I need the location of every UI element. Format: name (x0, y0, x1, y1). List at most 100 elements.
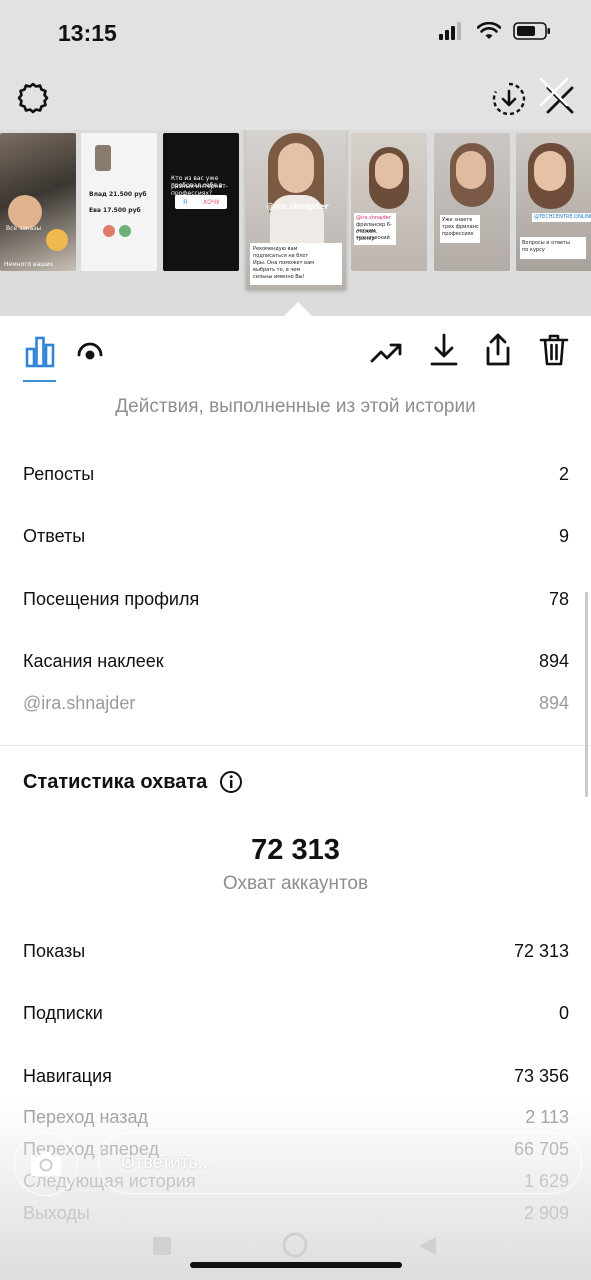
thumbnail-textbox: Уже знаете трех фриланс профессиях (440, 215, 480, 243)
home-indicator[interactable] (190, 1262, 402, 1268)
stat-value: 0 (558, 1003, 569, 1023)
stat-label: Подписки (23, 1003, 103, 1023)
thumbnail-caption: @ira.shnajder (356, 215, 391, 221)
camera-button[interactable] (14, 1132, 78, 1196)
share-button[interactable] (478, 330, 518, 370)
stat-value: 894 (538, 651, 569, 671)
stat-row-impressions: Показы 72 313 (23, 941, 569, 962)
story-thumbnail[interactable]: Кто из вас уже пробовал себя в разных ин… (163, 133, 239, 271)
selection-pointer (284, 302, 312, 316)
thumbnail-face (534, 151, 566, 191)
promote-button[interactable] (366, 332, 406, 372)
stat-value: 894 (538, 693, 569, 713)
story-thumbnails-strip[interactable]: Все заказы Немного ваших Влад 21.500 руб… (0, 130, 591, 316)
reach-title-text: Статистика охвата (23, 770, 208, 793)
thumbnail-caption: сильны именно Вы! (253, 274, 305, 280)
reply-input[interactable]: Ответить... (98, 1132, 582, 1194)
thumbnail-caption: подписаться на блог (253, 253, 309, 259)
thumbnail-face (278, 143, 314, 193)
stat-label: Касания наклеек (23, 651, 164, 671)
stat-row-reposts: Репосты 2 (23, 464, 569, 485)
stat-label: Посещения профиля (23, 589, 200, 609)
stat-row-profile-visits: Посещения профиля 78 (23, 589, 569, 610)
thumbnail-caption: трех фриланс (442, 224, 479, 230)
delete-button[interactable] (534, 330, 574, 370)
thumbnail-textbox: Вопросы и ответы по курсу (520, 237, 586, 259)
thumbnail-poll: Я ХОЧУ (175, 195, 227, 209)
tab-viewers[interactable] (72, 334, 108, 370)
stat-value: 2 909 (523, 1203, 569, 1223)
actions-caption: Действия, выполненные из этой истории (115, 396, 476, 417)
thumbnail-face (456, 151, 486, 189)
story-thumbnail[interactable]: Все заказы Немного ваших (0, 133, 76, 271)
eye-icon (77, 342, 103, 360)
thumbnail-textbox: @ira.shnajder фрилансер 6-летним стажем,… (354, 213, 396, 245)
scrollbar[interactable] (585, 592, 588, 797)
poll-option: Я (183, 199, 188, 206)
story-thumbnail[interactable]: Влад 21.500 руб Ева 17.500 руб (81, 133, 157, 271)
thumbnail-caption: профессиях (442, 231, 474, 237)
thumbnail-photo (8, 195, 42, 229)
status-bar: 13:15 (0, 0, 591, 66)
story-thumbnail-selected[interactable]: @ira.shnajder Рекомендую вам подписаться… (246, 130, 346, 290)
story-top-bar (0, 66, 591, 130)
thumbnail-caption: Все заказы (6, 225, 42, 232)
thumbnail-caption: Влад 21.500 руб (89, 191, 147, 198)
back-icon[interactable] (416, 1235, 438, 1257)
cellular-signal-icon (439, 22, 461, 40)
download-button[interactable] (424, 330, 464, 370)
thumbnail-phone-image (95, 145, 111, 171)
reach-total-label: Охват аккаунтов (222, 873, 369, 894)
home-icon[interactable] (282, 1232, 308, 1258)
story-thumbnail[interactable]: @TECHCENTRE.ONLINE Вопросы и ответы по к… (516, 133, 591, 271)
bar-chart-icon (25, 336, 55, 368)
stat-row-mention-sticker: @ira.shnajder 894 (23, 693, 569, 714)
thumbnail-handle: @ira.shnajder (266, 202, 329, 211)
settings-button[interactable] (14, 79, 52, 117)
reach-section-title: Статистика охвата (23, 770, 243, 794)
status-time: 13:15 (58, 20, 117, 46)
status-icons (439, 22, 551, 40)
reach-total: 72 313 (251, 834, 340, 866)
stat-value: 73 356 (513, 1066, 569, 1086)
thumbnail-face (375, 153, 403, 189)
download-icon (430, 333, 458, 366)
tab-insights[interactable] (20, 332, 60, 372)
stat-value: 2 113 (525, 1107, 569, 1127)
thumbnail-caption: по курсу (522, 247, 545, 253)
recent-apps-icon[interactable] (152, 1236, 172, 1256)
stat-row-replies: Ответы 9 (23, 526, 569, 547)
stat-label: @ira.shnajder (23, 693, 136, 713)
story-thumbnail[interactable]: Уже знаете трех фриланс профессиях (434, 133, 510, 271)
section-divider (0, 745, 591, 746)
stat-value: 2 (558, 464, 569, 484)
thumbnail-caption: Вопросы и ответы (522, 240, 570, 246)
thumbnail-caption: выбрать то, в чем (253, 267, 301, 273)
reply-placeholder: Ответить... (121, 1152, 213, 1172)
trash-icon (539, 334, 569, 366)
thumbnail-caption: @TECHCENTRE.ONLINE (532, 213, 591, 222)
reply-bar: Ответить... (14, 1132, 582, 1196)
stat-label: Ответы (23, 526, 86, 546)
story-thumbnail[interactable]: @ira.shnajder фрилансер 6-летним стажем,… (351, 133, 427, 271)
download-story-button[interactable] (490, 80, 528, 118)
settings-icon (17, 82, 49, 114)
thumbnail-textbox: Рекомендую вам подписаться на блог Иры. … (250, 243, 342, 285)
stat-value: 9 (558, 526, 569, 546)
stat-label: Выходы (23, 1203, 90, 1223)
stat-label: Показы (23, 941, 86, 961)
close-button[interactable] (534, 72, 582, 120)
stat-label: Переход назад (23, 1107, 149, 1127)
poll-option: ХОЧУ (203, 199, 220, 206)
thumbnail-caption: Рекомендую вам (253, 246, 298, 252)
thumbnail-sticker (46, 229, 68, 251)
stat-row-back: Переход назад 2 113 (23, 1107, 569, 1128)
stat-value: 78 (548, 589, 569, 609)
close-icon (539, 77, 574, 114)
stat-label: Навигация (23, 1066, 112, 1086)
download-circle-icon (492, 82, 526, 116)
wifi-icon (477, 22, 501, 39)
info-icon[interactable] (219, 770, 243, 794)
stat-label: Репосты (23, 464, 95, 484)
stat-row-navigation: Навигация 73 356 (23, 1066, 569, 1087)
